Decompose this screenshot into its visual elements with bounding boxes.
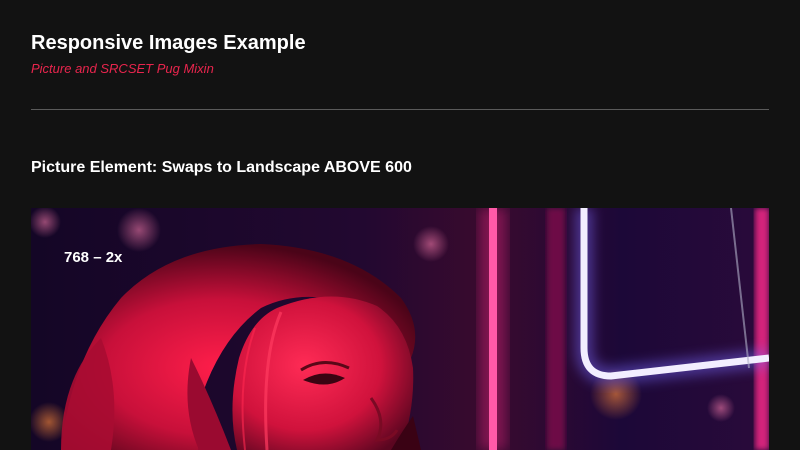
- responsive-picture: 768 – 2x: [31, 208, 769, 450]
- section-heading: Picture Element: Swaps to Landscape ABOV…: [31, 159, 412, 176]
- page-subtitle: Picture and SRCSET Pug Mixin: [31, 61, 214, 76]
- page-title: Responsive Images Example: [31, 32, 306, 54]
- section-divider: [31, 109, 769, 110]
- image-size-label: 768 – 2x: [64, 249, 123, 266]
- neon-portrait-image: [31, 208, 769, 450]
